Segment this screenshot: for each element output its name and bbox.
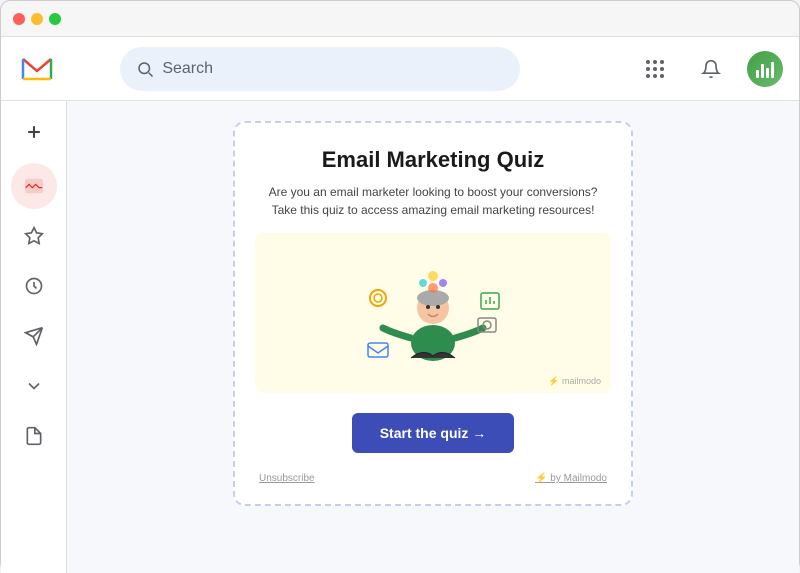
sidebar-item-drafts[interactable] <box>11 363 57 409</box>
sidebar-item-starred[interactable] <box>11 213 57 259</box>
email-subtitle: Are you an email marketer looking to boo… <box>255 183 611 219</box>
minimize-button[interactable] <box>31 13 43 25</box>
start-quiz-button[interactable]: Start the quiz → <box>352 413 515 453</box>
sidebar-item-attachments[interactable] <box>11 413 57 459</box>
app-grid-button[interactable] <box>635 49 675 89</box>
inbox-icon <box>24 176 44 196</box>
bell-icon <box>701 59 721 79</box>
sidebar-item-inbox[interactable] <box>11 163 57 209</box>
mailmodo-badge: ⚡ mailmodo <box>548 376 601 387</box>
chartbar-icon <box>756 60 774 78</box>
header-right <box>635 49 783 89</box>
main-layout: Email Marketing Quiz Are you an email ma… <box>1 101 799 573</box>
close-button[interactable] <box>13 13 25 25</box>
email-card: Email Marketing Quiz Are you an email ma… <box>233 121 633 506</box>
gmail-logo <box>17 49 57 89</box>
illustration-inner <box>255 233 611 393</box>
traffic-lights <box>13 13 61 25</box>
notifications-button[interactable] <box>691 49 731 89</box>
cta-label: Start the quiz → <box>380 425 487 441</box>
person-illustration <box>333 248 533 378</box>
illustration-box: ⚡ mailmodo <box>255 233 611 393</box>
sidebar-item-compose[interactable] <box>11 109 57 155</box>
search-bar[interactable]: Search <box>120 47 520 91</box>
gmail-header: Search <box>1 37 799 101</box>
email-title: Email Marketing Quiz <box>322 147 545 173</box>
send-icon <box>24 326 44 346</box>
sidebar-item-sent[interactable] <box>11 313 57 359</box>
star-icon <box>24 226 44 246</box>
search-placeholder-text: Search <box>162 60 213 78</box>
email-content: Email Marketing Quiz Are you an email ma… <box>67 101 799 573</box>
plus-icon <box>24 122 44 142</box>
chevron-down-icon <box>24 376 44 396</box>
unsubscribe-link[interactable]: Unsubscribe <box>259 473 315 484</box>
clock-icon <box>24 276 44 296</box>
email-footer: Unsubscribe ⚡ by Mailmodo <box>255 473 611 484</box>
apps-icon <box>646 60 664 78</box>
user-avatar[interactable] <box>747 51 783 87</box>
search-icon <box>136 60 154 78</box>
avatar-content <box>747 51 783 87</box>
title-bar <box>1 1 799 37</box>
sidebar <box>1 101 67 573</box>
sidebar-item-snoozed[interactable] <box>11 263 57 309</box>
file-icon <box>24 426 44 446</box>
powered-by-link[interactable]: ⚡ by Mailmodo <box>535 473 607 484</box>
maximize-button[interactable] <box>49 13 61 25</box>
